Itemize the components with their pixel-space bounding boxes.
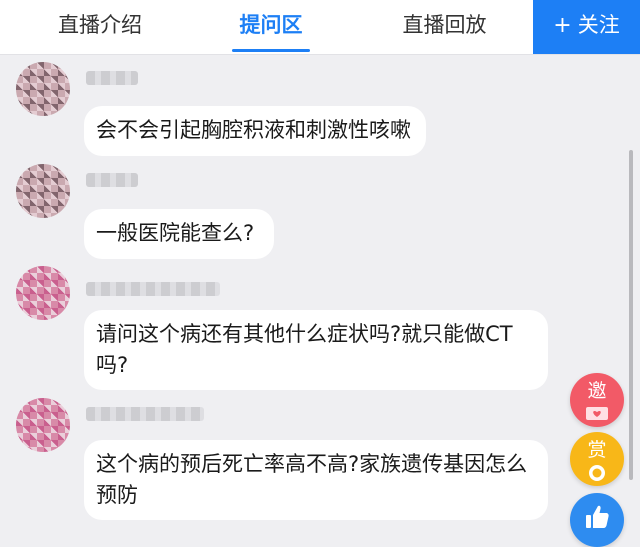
reward-button[interactable]: 赏 <box>570 432 624 486</box>
avatar[interactable] <box>16 62 70 116</box>
username-blurred <box>86 282 220 296</box>
invite-button[interactable]: 邀 <box>570 373 624 427</box>
tab-questions[interactable]: 提问区 <box>190 0 352 54</box>
tab-live-intro[interactable]: 直播介绍 <box>20 0 180 54</box>
tab-bar: 直播介绍 提问区 直播回放 + 关注 <box>0 0 640 55</box>
question-bubble: 会不会引起胸腔积液和刺激性咳嗽 <box>84 106 426 156</box>
follow-label: 关注 <box>577 13 620 37</box>
reward-label: 赏 <box>587 439 607 461</box>
username-blurred <box>86 173 138 187</box>
invite-label: 邀 <box>587 380 607 402</box>
tab-live-replay[interactable]: 直播回放 <box>362 0 527 54</box>
follow-button[interactable]: + 关注 <box>533 0 640 54</box>
envelope-heart-icon <box>586 407 608 420</box>
plus-icon: + <box>553 13 572 38</box>
question-bubble: 这个病的预后死亡率高不高?家族遗传基因怎么预防 <box>84 440 548 520</box>
avatar[interactable] <box>16 398 70 452</box>
coin-icon <box>589 465 605 481</box>
avatar[interactable] <box>16 164 70 218</box>
username-blurred <box>86 71 138 85</box>
question-bubble: 请问这个病还有其他什么症状吗?就只能做CT吗? <box>84 310 548 390</box>
avatar[interactable] <box>16 266 70 320</box>
like-button[interactable] <box>570 493 624 547</box>
active-tab-indicator <box>232 49 310 52</box>
question-bubble: 一般医院能查么? <box>84 209 274 259</box>
username-blurred <box>86 407 204 421</box>
scrollbar[interactable] <box>629 150 633 480</box>
